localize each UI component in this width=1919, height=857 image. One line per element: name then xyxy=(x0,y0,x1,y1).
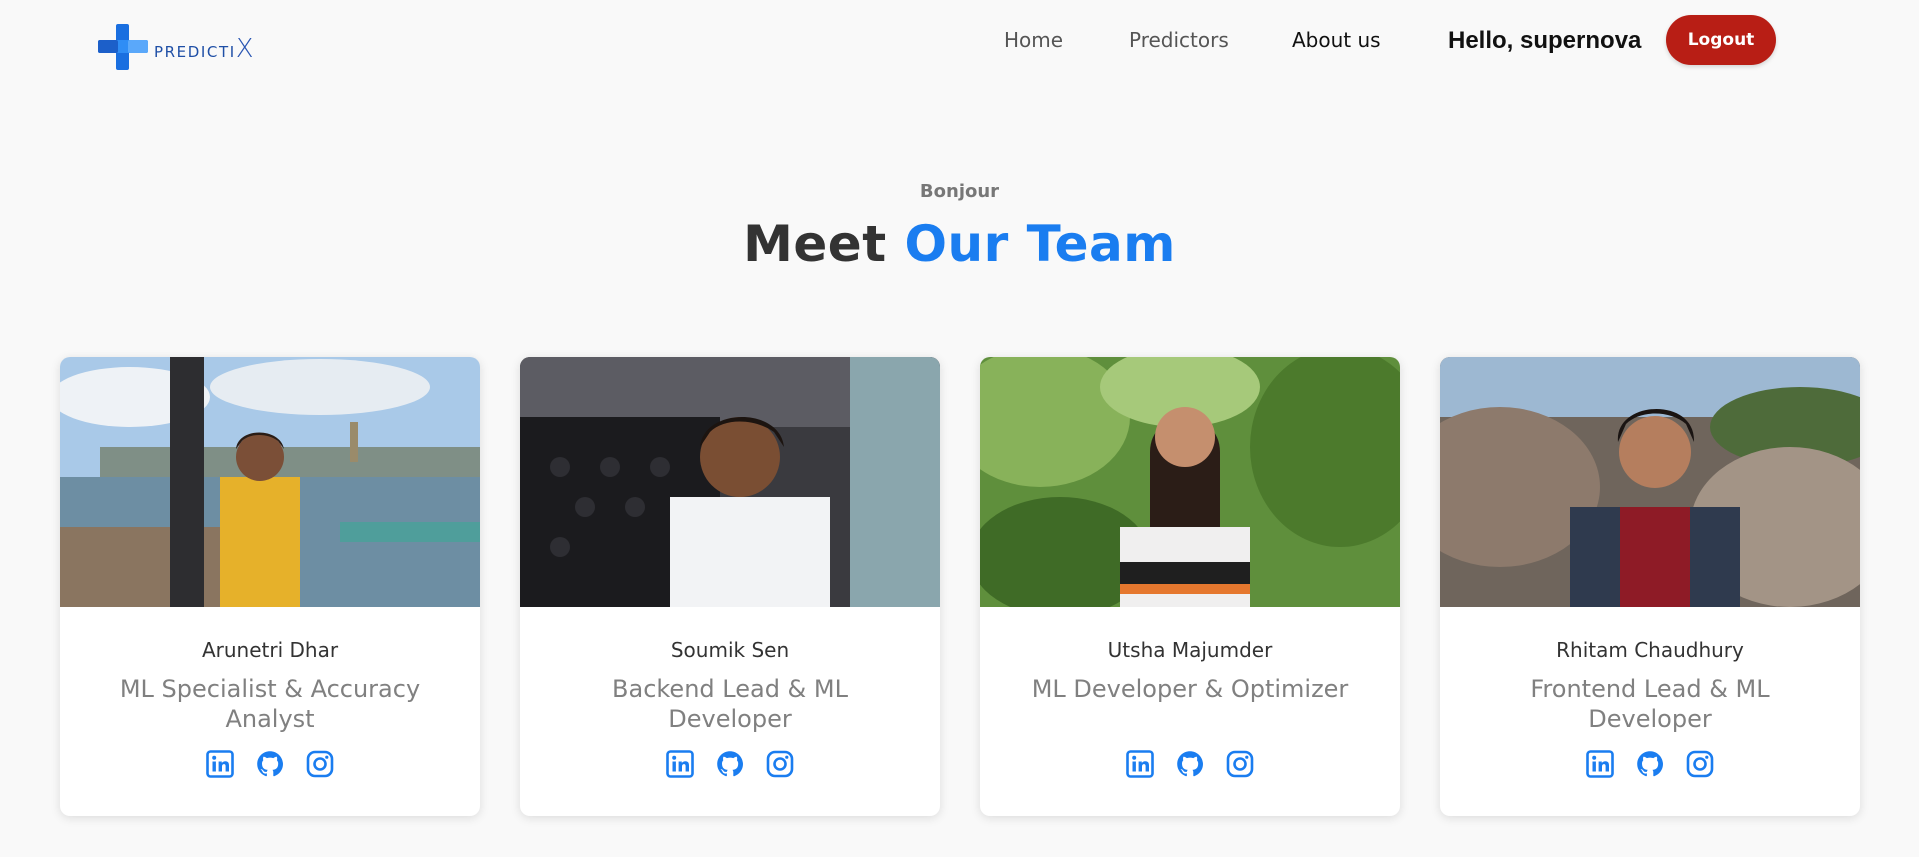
team-member-role: Frontend Lead & ML Developer xyxy=(1530,675,1770,733)
section-title: Meet Our Team xyxy=(743,215,1176,273)
team-member-name: Utsha Majumder xyxy=(1107,638,1273,662)
social-links xyxy=(980,750,1400,782)
team-member-photo xyxy=(520,357,940,607)
top-navbar: PREDICTIX Home Predictors About us Hello… xyxy=(0,0,1919,84)
github-icon[interactable] xyxy=(256,750,284,778)
nav-home[interactable]: Home xyxy=(1004,28,1063,52)
nav-predictors[interactable]: Predictors xyxy=(1129,28,1229,52)
team-member-role: ML Developer & Optimizer xyxy=(1031,675,1349,703)
section-eyebrow: Bonjour xyxy=(919,181,1000,202)
social-links xyxy=(1440,750,1860,782)
team-card: Utsha Majumder ML Developer & Optimizer xyxy=(980,357,1400,816)
team-card: Soumik Sen Backend Lead & ML Developer xyxy=(520,357,940,816)
linkedin-icon[interactable] xyxy=(666,750,694,778)
instagram-icon[interactable] xyxy=(306,750,334,778)
team-card: Rhitam Chaudhury Frontend Lead & ML Deve… xyxy=(1440,357,1860,816)
linkedin-icon[interactable] xyxy=(206,750,234,778)
team-member-name: Arunetri Dhar xyxy=(201,638,339,662)
instagram-icon[interactable] xyxy=(766,750,794,778)
section-title-accent: Our Team xyxy=(904,215,1176,273)
team-member-name: Rhitam Chaudhury xyxy=(1556,638,1744,662)
github-icon[interactable] xyxy=(1636,750,1664,778)
github-icon[interactable] xyxy=(716,750,744,778)
team-member-name: Soumik Sen xyxy=(670,638,790,662)
logout-button[interactable]: Logout xyxy=(1666,15,1776,65)
team-card: Arunetri Dhar ML Specialist & Accuracy A… xyxy=(60,357,480,816)
social-links xyxy=(60,750,480,782)
team-member-role: ML Specialist & Accuracy Analyst xyxy=(119,675,421,733)
github-icon[interactable] xyxy=(1176,750,1204,778)
user-greeting: Hello, supernova xyxy=(1448,27,1642,54)
instagram-icon[interactable] xyxy=(1686,750,1714,778)
team-member-photo xyxy=(60,357,480,607)
linkedin-icon[interactable] xyxy=(1126,750,1154,778)
social-links xyxy=(520,750,940,782)
nav-about-us[interactable]: About us xyxy=(1292,28,1381,52)
instagram-icon[interactable] xyxy=(1226,750,1254,778)
team-member-photo xyxy=(980,357,1400,607)
team-member-role: Backend Lead & ML Developer xyxy=(612,675,848,733)
team-member-photo xyxy=(1440,357,1860,607)
linkedin-icon[interactable] xyxy=(1586,750,1614,778)
